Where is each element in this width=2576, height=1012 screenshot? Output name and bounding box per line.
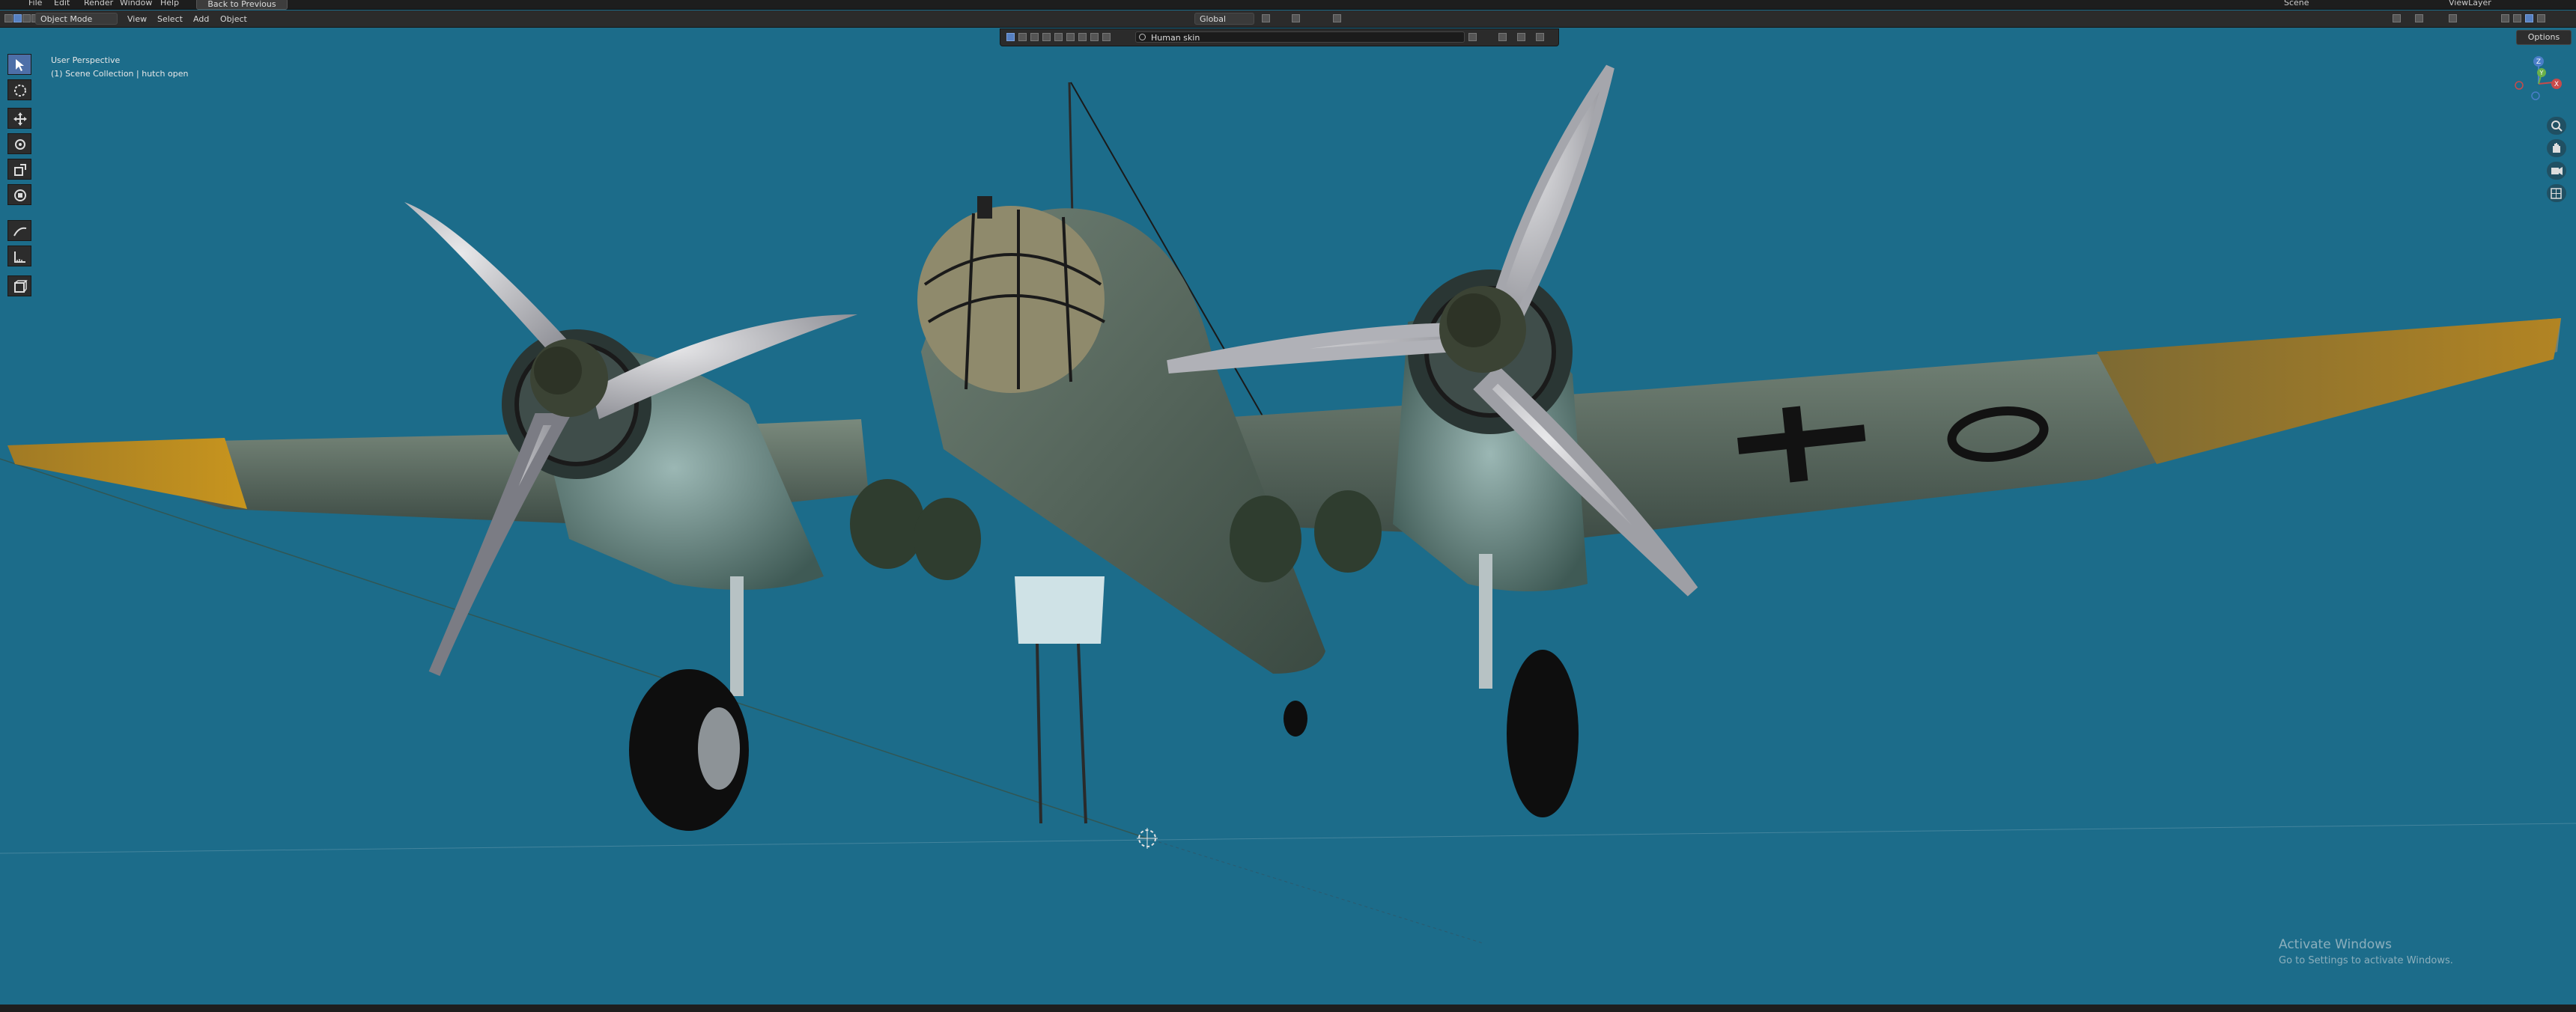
menu-render[interactable]: Render [84,0,113,7]
display-mode-icon[interactable] [1006,33,1015,41]
status-bar [0,1005,2576,1012]
material-icon[interactable] [1090,33,1099,41]
viewport-perspective-label: User Perspective [51,55,121,65]
scene-selector[interactable]: Scene [2284,0,2309,7]
menu-select[interactable]: Select [157,14,183,24]
gizmo-toggle-icon[interactable] [2415,14,2423,22]
navigation-gizmo[interactable]: Z Y X [2509,52,2569,120]
overlays-icon[interactable] [2393,14,2401,22]
topbar: File Edit Render Window Help Back to Pre… [0,0,2576,10]
object-mode-dropdown[interactable]: Object Mode [35,13,118,25]
transform-orientation-dropdown[interactable]: Global [1194,13,1254,25]
gizmo-y-label: Y [2539,70,2544,76]
shading-solid-icon[interactable] [2513,14,2521,22]
view-layer-selector[interactable]: ViewLayer [2449,0,2491,7]
gizmo-z-label: Z [2536,58,2541,66]
shading-wireframe-icon[interactable] [2501,14,2509,22]
menu-file[interactable]: File [28,0,42,7]
shading-rendered-icon[interactable] [2537,14,2545,22]
search-icon [1139,34,1146,40]
outliner-search-input[interactable]: Human skin [1135,31,1465,43]
gizmo-x-label: X [2554,81,2559,88]
mesh-icon[interactable] [1078,33,1087,41]
clear-search-icon[interactable] [1468,33,1477,41]
viewport-collection-label: (1) Scene Collection | hutch open [51,69,189,79]
viewport-3d-scene[interactable] [0,0,2576,1012]
add-cube-tool[interactable] [7,275,31,296]
select-tool[interactable] [7,54,31,75]
xray-icon[interactable] [2449,14,2457,22]
pan-hand-icon[interactable] [2547,139,2566,157]
world-icon[interactable] [1102,33,1111,41]
back-to-previous-button[interactable]: Back to Previous [196,0,288,10]
move-tool[interactable] [7,108,31,129]
menu-object[interactable]: Object [220,14,247,24]
annotate-tool[interactable] [7,220,31,241]
rotate-tool[interactable] [7,133,31,154]
options-dropdown[interactable]: Options [2516,30,2572,45]
select-box-icon[interactable] [13,14,22,22]
cursor-tool[interactable] [7,79,31,100]
menu-view[interactable]: View [127,14,147,24]
selectable-icon[interactable] [1030,33,1039,41]
menu-help[interactable]: Help [160,0,179,7]
ortho-grid-icon[interactable] [2547,184,2566,202]
light-icon[interactable] [1066,33,1075,41]
activate-windows-subtitle: Go to Settings to activate Windows. [2279,955,2453,966]
viewport-header: Object Mode View Select Add Object Globa… [0,10,2576,28]
visibility-icon[interactable] [1018,33,1027,41]
pivot-point-icon[interactable] [1262,14,1270,22]
proportional-editing-icon[interactable] [1333,14,1341,22]
render-icon[interactable] [1042,33,1051,41]
camera-icon[interactable] [1054,33,1063,41]
menu-edit[interactable]: Edit [54,0,70,7]
camera-view-icon[interactable] [2547,162,2566,180]
snapping-icon[interactable] [1292,14,1300,22]
shading-material-icon[interactable] [2525,14,2533,22]
transform-tool[interactable] [7,184,31,205]
scale-tool[interactable] [7,159,31,180]
filter-icon[interactable] [1536,33,1544,41]
editor-type-icon[interactable] [4,14,13,22]
bookmark-icon[interactable] [1498,33,1507,41]
menu-window[interactable]: Window [120,0,152,7]
sort-icon[interactable] [1517,33,1525,41]
activate-windows-title: Activate Windows [2279,937,2392,952]
filter-bar: Human skin [1000,28,1559,46]
measure-tool[interactable] [7,246,31,266]
menu-add[interactable]: Add [193,14,209,24]
search-value: Human skin [1151,33,1200,43]
zoom-icon[interactable] [2547,117,2566,135]
select-extend-icon[interactable] [22,14,31,22]
